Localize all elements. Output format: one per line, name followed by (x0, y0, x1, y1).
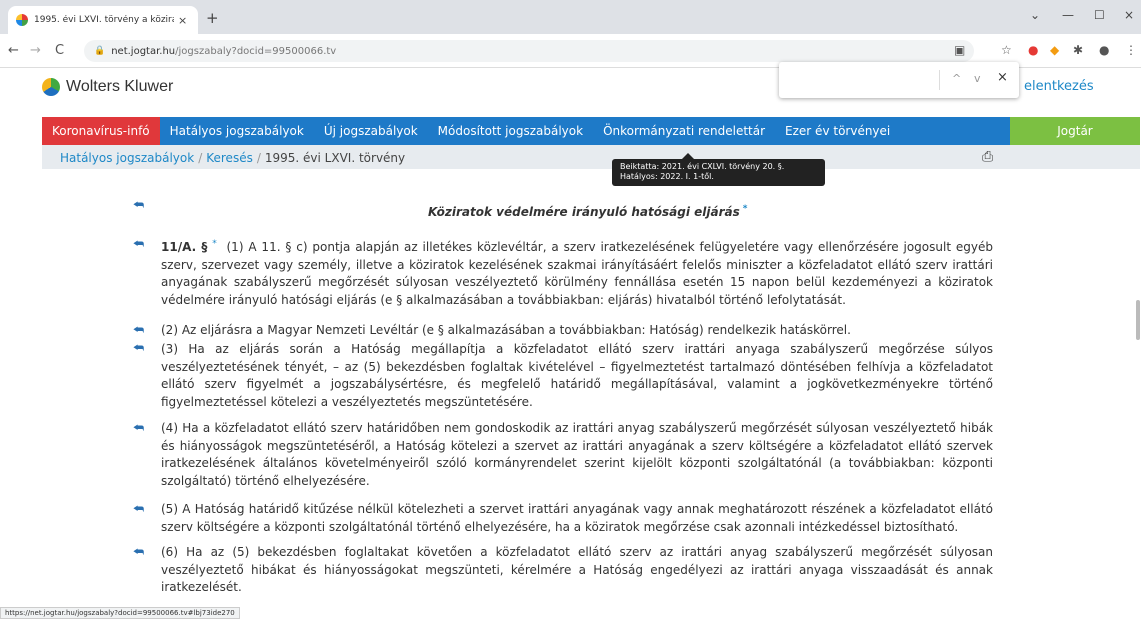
footnote-tooltip: Beiktatta: 2021. évi CXLVI. törvény 20. … (612, 153, 825, 186)
print-icon[interactable]: ⎙ (982, 149, 993, 165)
breadcrumb-separator: / (256, 151, 261, 165)
lock-icon: 🔒 (94, 46, 106, 56)
site-logo[interactable]: Wolters Kluwer (42, 78, 173, 96)
nav-item-jogtar[interactable]: Jogtár (1010, 117, 1140, 145)
permalink-icon[interactable]: ⮪ (133, 198, 144, 213)
section-title: Köziratok védelmére irányuló hatósági el… (428, 204, 748, 219)
new-tab-button[interactable]: + (206, 9, 219, 27)
extension-colorful-icon[interactable]: ◆ (1050, 43, 1059, 57)
bookmark-star-icon[interactable]: ☆ (1001, 43, 1012, 57)
tab-list-icon[interactable]: ⌄ (1030, 8, 1040, 22)
close-window-button[interactable]: × (1124, 8, 1134, 22)
reader-mode-icon[interactable]: ▣ (954, 43, 965, 57)
url-text: net.jogtar.hu/jogszabaly?docid=99500066.… (111, 45, 337, 57)
breadcrumb-current: 1995. évi LXVI. törvény (264, 151, 406, 165)
paragraph-6: (6) Ha az (5) bekezdésben foglaltakat kö… (161, 545, 997, 595)
find-previous-button[interactable]: ^ (952, 72, 961, 85)
permalink-icon[interactable]: ⮪ (133, 237, 144, 252)
footnote-marker[interactable]: * (743, 204, 748, 214)
browser-tab[interactable]: 1995. évi LXVI. törvény a közirato × (8, 6, 198, 34)
favicon-icon (16, 14, 28, 26)
browser-tab-strip: 1995. évi LXVI. törvény a közirato × + ⌄… (0, 0, 1141, 34)
login-link[interactable]: elentkezés (1024, 79, 1094, 94)
address-bar[interactable]: 🔒 net.jogtar.hu/jogszabaly?docid=9950006… (84, 40, 974, 62)
nav-item-hatalyos[interactable]: Hatályos jogszabályok (160, 117, 314, 145)
nav-item-ezer-ev[interactable]: Ezer év törvényei (775, 117, 900, 145)
status-url-bar: https://net.jogtar.hu/jogszabaly?docid=9… (0, 607, 240, 619)
paragraph-4: (4) Ha a közfeladatot ellátó szerv határ… (161, 421, 997, 488)
permalink-icon[interactable]: ⮪ (133, 323, 144, 338)
paragraph-3: (3) Ha az eljárás során a Hatóság megáll… (161, 342, 997, 409)
forward-button[interactable]: → (30, 43, 41, 58)
permalink-icon[interactable]: ⮪ (133, 421, 144, 436)
breadcrumb-link-kereses[interactable]: Keresés (206, 151, 253, 165)
minimize-button[interactable]: — (1062, 8, 1074, 22)
tab-title: 1995. évi LXVI. törvény a közirato (34, 15, 174, 25)
menu-kebab-icon[interactable]: ⋮ (1125, 43, 1137, 57)
profile-avatar-icon[interactable]: ● (1099, 43, 1109, 57)
tab-close-icon[interactable]: × (178, 14, 187, 27)
breadcrumb-separator: / (198, 151, 203, 165)
paragraph-5: (5) A Hatóság határidő kitűzése nélkül k… (161, 502, 997, 534)
paragraph-2: (2) Az eljárásra a Magyar Nemzeti Levélt… (161, 323, 851, 337)
maximize-button[interactable]: ☐ (1094, 8, 1105, 22)
find-close-button[interactable]: × (997, 70, 1008, 85)
permalink-icon[interactable]: ⮪ (133, 545, 144, 560)
logo-text: Wolters Kluwer (66, 78, 174, 95)
tooltip-line-1: Beiktatta: 2021. évi CXLVI. törvény 20. … (620, 162, 785, 171)
scrollbar-thumb[interactable] (1136, 300, 1140, 340)
permalink-icon[interactable]: ⮪ (133, 341, 144, 356)
breadcrumb-bar: Hatályos jogszabályok / Keresés/1995. évi … (42, 145, 1140, 169)
wolters-kluwer-logo-icon (42, 78, 60, 96)
nav-item-onkormanyzati[interactable]: Önkormányzati rendelettár (593, 117, 775, 145)
paragraph-1: 11/A. § * (1) A 11. § c) pontja alapján … (161, 239, 997, 307)
nav-item-koronavirus[interactable]: Koronavírus-infó (42, 117, 160, 145)
section-number: 11/A. § (161, 240, 208, 254)
reload-button[interactable]: C (55, 43, 64, 58)
breadcrumb: Hatályos jogszabályok / Keresés/1995. évi … (60, 151, 405, 165)
tooltip-line-2: Hatályos: 2022. I. 1-től. (620, 172, 714, 181)
find-bar: ^ v × (779, 62, 1019, 98)
back-button[interactable]: ← (8, 43, 19, 58)
extensions-puzzle-icon[interactable]: ✱ (1073, 43, 1083, 57)
permalink-icon[interactable]: ⮪ (133, 502, 144, 517)
find-separator (939, 70, 940, 90)
find-next-button[interactable]: v (974, 72, 981, 85)
find-input[interactable] (785, 70, 935, 90)
extension-opera-icon[interactable]: ● (1028, 43, 1038, 57)
nav-item-uj[interactable]: Új jogszabályok (314, 117, 428, 145)
nav-item-modositott[interactable]: Módosított jogszabályok (428, 117, 593, 145)
main-navigation: Koronavírus-infó Hatályos jogszabályok Ú… (42, 117, 1140, 145)
breadcrumb-link-hatalyos[interactable]: Hatályos jogszabályok (60, 151, 194, 165)
